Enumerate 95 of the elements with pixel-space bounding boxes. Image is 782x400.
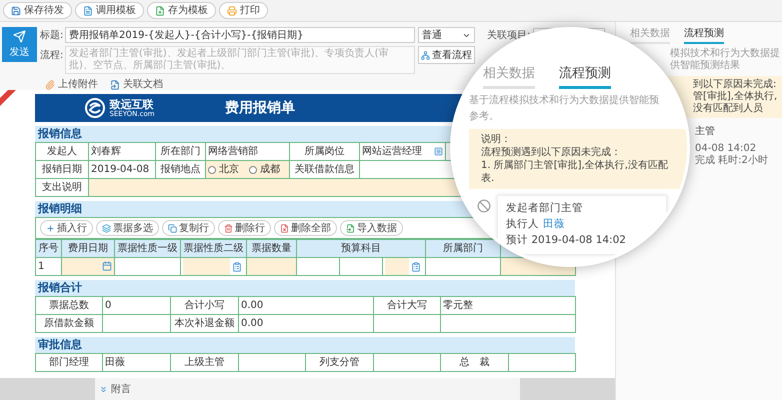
subject-label: 标题: (40, 28, 64, 42)
document-icon (83, 6, 93, 16)
column-header: 预算科目 (296, 240, 426, 258)
field-label: 合计小写 (170, 296, 238, 314)
date-field[interactable] (62, 258, 114, 276)
field-value: 田薇 (102, 354, 170, 372)
row-action-button[interactable]: 导入数据 (340, 220, 403, 236)
node-time: 04-08 14:02 (695, 143, 758, 154)
field-value: 网络营销部 (206, 142, 290, 160)
view-process-button[interactable]: 查看流程 (418, 46, 475, 64)
lens-tab[interactable]: 流程预测 (559, 64, 611, 88)
plus-icon (46, 224, 55, 232)
field-value: 零元整 (440, 296, 576, 314)
field-label: 发起人 (36, 142, 88, 160)
node-estimate: 预计 2019-04-08 14:02 (506, 232, 627, 248)
logo-icon (85, 98, 106, 118)
radio-option[interactable]: 北京 (208, 164, 239, 174)
save-icon (11, 6, 21, 16)
row-action-button[interactable]: 删除行 (218, 220, 271, 236)
executor-label: 执行人 (506, 216, 539, 232)
column-header: 票据数量 (246, 240, 296, 258)
field-value: 2019-04-08 (88, 160, 156, 178)
row-action-button[interactable]: 复制行 (162, 220, 215, 236)
document-plus-icon (155, 6, 165, 16)
toolbar-button[interactable]: 打印 (219, 2, 268, 19)
radio-option[interactable]: 成都 (249, 164, 280, 174)
import-icon (346, 224, 355, 232)
column-header: 所属部门 (426, 240, 500, 258)
brand-name: 致远互联 (109, 98, 154, 110)
printer-icon (227, 6, 237, 16)
upload-link[interactable]: 上传附件 (45, 77, 98, 92)
copy-icon (168, 224, 177, 232)
field-label: 所在部门 (156, 142, 206, 160)
prediction-intro: 模拟技术和行为大数据提供智能预测结果 (670, 48, 780, 72)
flow-icon (421, 50, 430, 60)
document-icon (110, 80, 120, 90)
layers-icon (102, 224, 111, 232)
field-label: 所属岗位 (290, 142, 360, 160)
remarks-label: 附言 (111, 382, 131, 396)
intro-line: 参考。 (469, 110, 500, 124)
column-header: 票据性质二级 (180, 240, 246, 258)
field-value: 1 (36, 258, 62, 276)
field-value: 0 (102, 296, 170, 314)
section-title: 审批信息 (35, 337, 575, 353)
form-title: 费用报销单 (224, 98, 296, 118)
panel-tab[interactable]: 流程预测 (684, 26, 724, 44)
related-docs-link[interactable]: 关联文档 (110, 77, 163, 92)
node-title: 主管 (695, 124, 716, 139)
executor-link[interactable]: 田薇 (543, 216, 565, 232)
toolbar-button[interactable]: 调用模板 (75, 2, 144, 19)
process-label: 流程: (40, 48, 64, 63)
row-action-button[interactable]: 插入行 (40, 220, 93, 236)
priority-select[interactable]: 普通 (418, 27, 475, 43)
field-label: 本次补退金额 (170, 314, 238, 332)
blocked-icon (477, 198, 491, 212)
intro-line: 基于流程模拟技术和行为大数据提供智能预 (469, 94, 660, 108)
column-header: 票据性质一级 (114, 240, 180, 258)
field-label: 关联借款信息 (290, 160, 360, 178)
field-label: 部门经理 (36, 354, 102, 372)
paperclip-icon (45, 80, 55, 90)
field-label: 报销地点 (156, 160, 206, 178)
field-label: 总 裁 (440, 354, 508, 372)
notice-line: 1. 所属部门主管[审批],全体执行,没有匹配 (481, 158, 669, 172)
input-field[interactable] (246, 258, 296, 276)
section-title: 报销合计 (35, 280, 575, 296)
toolbar-button[interactable]: 存为模板 (147, 2, 216, 19)
notice-line: 管[审批],全体执行,没有匹配到人员 (693, 91, 778, 115)
column-header: 费用日期 (62, 240, 114, 258)
calendar-icon[interactable] (102, 261, 112, 272)
row-action-button[interactable]: 删除全部 (274, 220, 337, 236)
field-value: 0.00 (238, 314, 374, 332)
column-header: 序号 (36, 240, 62, 258)
field-label: 支出说明 (36, 178, 88, 196)
toolbar-button[interactable]: 保存待发 (3, 2, 72, 19)
send-button[interactable]: 发送 (2, 27, 37, 62)
notice-line: 表. (481, 172, 496, 184)
expand-icon[interactable] (99, 384, 108, 394)
picker-icon[interactable] (434, 147, 443, 156)
field-label: 上级主管 (170, 354, 238, 372)
notice-line: 到以下原因未完成: (693, 79, 778, 90)
node-time: 完成 耗时:2小时 (695, 155, 769, 167)
field-label: 列支分管 (306, 354, 374, 372)
send-icon (13, 30, 26, 42)
field-label: 报销日期 (36, 160, 88, 178)
field-label: 合计大写 (374, 296, 440, 314)
trash-icon (224, 224, 233, 232)
subject-field[interactable]: 费用报销单2019-{发起人}-{合计小写}-{报销日期} (65, 27, 415, 43)
document-x-icon (280, 224, 289, 232)
field-value: 网站运营经理 (362, 146, 422, 156)
field-label: 票据总数 (36, 296, 102, 314)
field-value: 刘春辉 (88, 142, 156, 160)
field-value: 0.00 (238, 296, 374, 314)
row-action-button[interactable]: 票据多选 (96, 220, 159, 236)
field-label: 原借款金额 (36, 314, 102, 332)
notice-line: 流程预测遇到以下原因未完成： (481, 146, 622, 158)
